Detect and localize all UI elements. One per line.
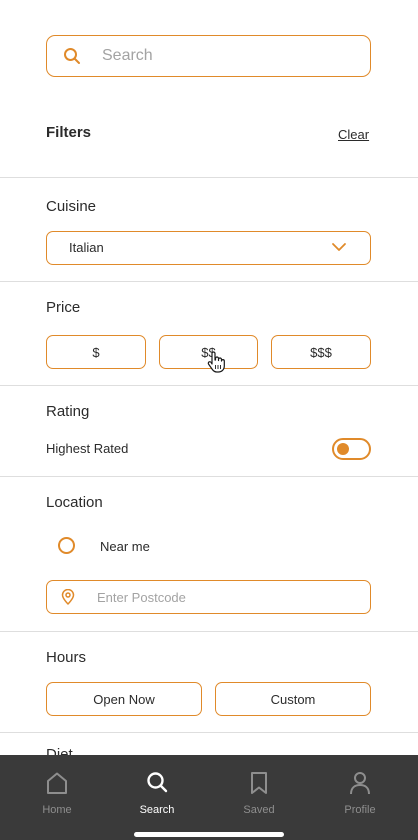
- highest-rated-toggle[interactable]: [332, 438, 371, 460]
- location-title: Location: [46, 494, 103, 511]
- highest-rated-label: Highest Rated: [46, 441, 129, 456]
- rating-title: Rating: [46, 403, 90, 420]
- search-icon: [64, 48, 80, 64]
- cuisine-select[interactable]: Italian: [46, 231, 371, 265]
- hours-open-now-button[interactable]: Open Now: [46, 682, 202, 716]
- hand-cursor-icon: [207, 351, 225, 373]
- divider: [0, 281, 418, 282]
- near-me-label: Near me: [100, 539, 150, 554]
- postcode-input[interactable]: Enter Postcode: [46, 580, 371, 614]
- clear-filters-link[interactable]: Clear: [338, 127, 369, 142]
- toggle-knob: [337, 443, 349, 455]
- chevron-down-icon: [332, 243, 346, 251]
- hours-title: Hours: [46, 649, 87, 666]
- cuisine-title: Cuisine: [46, 198, 97, 215]
- location-pin-icon: [61, 589, 75, 605]
- filters-title: Filters: [46, 124, 92, 141]
- price-option-1[interactable]: $: [46, 335, 146, 369]
- tab-home-label: Home: [42, 804, 72, 816]
- divider: [0, 631, 418, 632]
- price-option-3[interactable]: $$$: [271, 335, 371, 369]
- postcode-placeholder: Enter Postcode: [97, 590, 186, 605]
- person-icon: [350, 772, 370, 795]
- home-icon: [47, 772, 67, 794]
- hours-custom-button[interactable]: Custom: [215, 682, 371, 716]
- search-placeholder: Search: [102, 47, 153, 64]
- tab-saved-label: Saved: [243, 804, 275, 816]
- divider: [0, 177, 418, 178]
- search-icon: [147, 772, 168, 793]
- divider: [0, 732, 418, 733]
- price-title: Price: [46, 299, 81, 316]
- bookmark-icon: [251, 772, 267, 794]
- divider: [0, 476, 418, 477]
- search-input[interactable]: Search: [46, 35, 371, 77]
- divider: [0, 385, 418, 386]
- tab-search-label: Search: [139, 804, 175, 816]
- cuisine-selected-value: Italian: [69, 240, 104, 255]
- tab-search[interactable]: Search: [122, 755, 192, 825]
- tab-profile-label: Profile: [344, 804, 376, 816]
- home-indicator: [134, 832, 284, 837]
- tab-home[interactable]: Home: [22, 755, 92, 825]
- tab-bar: Home Search Saved Profile: [0, 755, 418, 840]
- tab-profile[interactable]: Profile: [325, 755, 395, 825]
- near-me-radio[interactable]: [58, 537, 75, 554]
- tab-saved[interactable]: Saved: [224, 755, 294, 825]
